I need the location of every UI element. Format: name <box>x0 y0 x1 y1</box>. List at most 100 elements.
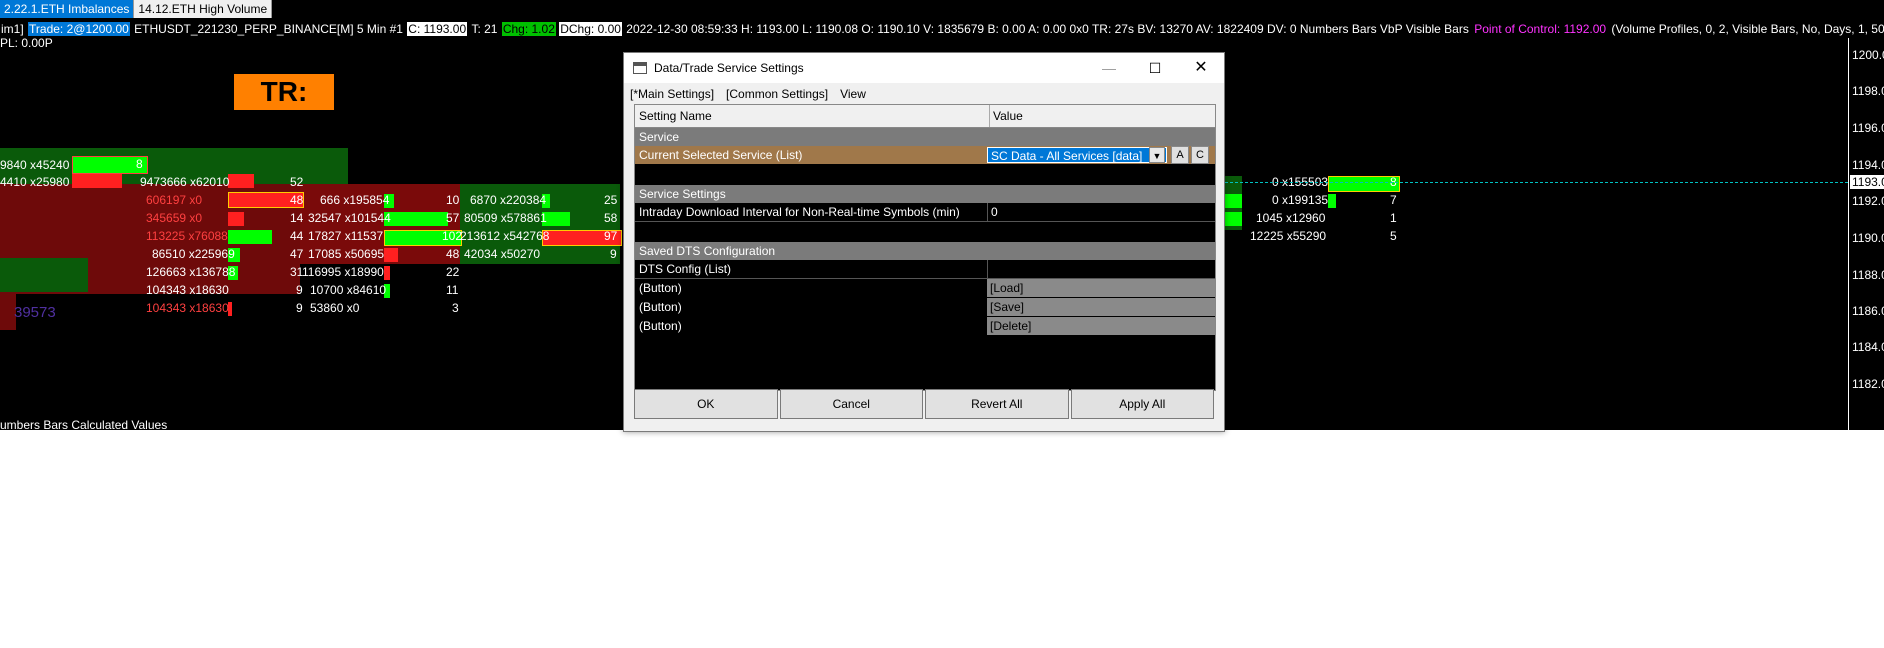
revert-all-button[interactable]: Revert All <box>925 389 1069 419</box>
delta-value: 8 <box>136 157 143 171</box>
daily-change-value: DChg: 0.00 <box>559 22 622 36</box>
volume-bar <box>384 248 398 262</box>
bid-ask-cell: 17827 x11537 <box>308 229 384 243</box>
delta-value: 7 <box>1390 193 1397 207</box>
price-tick: 1200.0 <box>1852 48 1884 62</box>
setting-label: Current Selected Service (List) <box>639 148 803 162</box>
bid-ask-cell: 86510 x225969 <box>152 247 235 261</box>
dialog-titlebar[interactable]: Data/Trade Service Settings — ☐ ✕ <box>624 53 1224 83</box>
bid-ask-cell: 17085 x50695 <box>308 247 385 261</box>
settings-grid-header: Setting Name Value <box>635 105 1215 128</box>
bid-ask-cell: 1045 x12960 <box>1256 211 1326 225</box>
volume-bar <box>72 174 122 188</box>
chart-id: im1] <box>1 22 24 36</box>
setting-label: DTS Config (List) <box>639 262 732 276</box>
chevron-down-icon[interactable]: ▼ <box>1149 147 1165 163</box>
bid-ask-cell: 116995 x18990 <box>302 265 384 279</box>
delta-value: 25 <box>604 193 618 207</box>
setting-row-current-service[interactable]: Current Selected Service (List) SC Data … <box>635 146 1215 164</box>
tab-eth-high-volume[interactable]: 14.12.ETH High Volume <box>134 0 273 18</box>
delta-value: 14 <box>290 211 304 225</box>
column-header-value[interactable]: Value <box>989 105 1023 127</box>
service-a-button[interactable]: A <box>1171 146 1189 164</box>
menu-main-settings[interactable]: [*Main Settings] <box>624 83 720 105</box>
volume-bar <box>1224 194 1242 208</box>
volume-bar <box>228 212 244 226</box>
setting-row-load[interactable]: (Button) [Load] <box>635 279 1215 297</box>
menu-view[interactable]: View <box>834 83 872 105</box>
delta-value: 22 <box>446 265 460 279</box>
bid-ask-cell: 9473666 x62010 <box>140 175 230 189</box>
setting-row-save[interactable]: (Button) [Save] <box>635 298 1215 316</box>
ok-button[interactable]: OK <box>634 389 778 419</box>
volume-label: 39573 <box>14 304 56 321</box>
bid-ask-cell: 9840 x45240 <box>0 158 70 172</box>
setting-label: (Button) <box>639 319 682 333</box>
window-icon <box>633 62 647 74</box>
price-tick: 1186.0 <box>1852 304 1884 318</box>
chart-tab-bar: 2.22.1.ETH Imbalances 14.12.ETH High Vol… <box>0 0 273 18</box>
volume-bar <box>1224 212 1242 226</box>
setting-row-dts-config[interactable]: DTS Config (List) <box>635 260 1215 279</box>
dts-config-field[interactable] <box>987 260 1215 278</box>
delta-value: 44 <box>290 229 304 243</box>
study-footer-label: umbers Bars Calculated Values <box>0 418 168 430</box>
price-tick: 1182.0 <box>1852 377 1884 391</box>
volume-bar <box>1328 194 1336 208</box>
setting-row-intraday-interval[interactable]: Intraday Download Interval for Non-Real-… <box>635 203 1215 222</box>
delta-value: 10 <box>446 193 460 207</box>
bid-ask-cell: 42034 x50270 <box>464 247 541 261</box>
dialog-button-bar: OK Cancel Revert All Apply All <box>634 389 1214 419</box>
current-price-tick: 1193.0 <box>1850 175 1884 189</box>
section-header-saved-dts: Saved DTS Configuration <box>635 242 1215 260</box>
apply-all-button[interactable]: Apply All <box>1070 389 1214 419</box>
delta-value: 9 <box>296 301 303 315</box>
price-tick: 1190.0 <box>1852 231 1884 245</box>
price-tick: 1196.0 <box>1852 121 1884 135</box>
dts-settings-dialog: Data/Trade Service Settings — ☐ ✕ [*Main… <box>623 52 1225 432</box>
minimize-icon[interactable]: — <box>1086 53 1132 83</box>
column-header-setting-name[interactable]: Setting Name <box>639 105 712 127</box>
delta-value: 1 <box>1390 211 1397 225</box>
cancel-button[interactable]: Cancel <box>779 389 923 419</box>
bid-ask-cell: 53860 x0 <box>310 301 360 315</box>
maximize-icon[interactable]: ☐ <box>1132 53 1178 83</box>
service-c-button[interactable]: C <box>1191 146 1209 164</box>
ticks-value: T: 21 <box>471 22 498 36</box>
bid-ask-cell: 80509 x578861 <box>464 211 547 225</box>
service-select[interactable]: SC Data - All Services [data] <box>987 147 1167 163</box>
delta-value: 5 <box>1390 229 1397 243</box>
delta-value: 48 <box>290 193 304 207</box>
price-tick: 1198.0 <box>1852 84 1884 98</box>
setting-label: (Button) <box>639 281 682 295</box>
section-label: Service Settings <box>639 187 726 201</box>
delta-value: 9 <box>610 247 617 261</box>
save-config-button[interactable]: [Save] <box>987 298 1215 316</box>
delta-value: 11 <box>446 283 459 297</box>
bid-ask-cell: 104343 x18630 <box>146 283 229 297</box>
menu-common-settings[interactable]: [Common Settings] <box>720 83 834 105</box>
delete-config-button[interactable]: [Delete] <box>987 317 1215 335</box>
point-of-control-line <box>1220 182 1848 183</box>
bid-ask-cell: 6870 x220384 <box>470 193 547 207</box>
setting-label: Intraday Download Interval for Non-Real-… <box>639 205 960 219</box>
volume-bar <box>228 230 272 244</box>
load-config-button[interactable]: [Load] <box>987 279 1215 297</box>
price-axis[interactable]: 1200.0 1198.0 1196.0 1194.0 1193.0 1192.… <box>1848 38 1884 430</box>
pl-label: PL: 0.00P <box>0 36 53 50</box>
close-value: C: 1193.00 <box>407 22 468 36</box>
delta-value: 48 <box>446 247 460 261</box>
bid-ask-cell: 213612 x542768 <box>460 229 550 243</box>
intraday-interval-field[interactable]: 0 <box>987 203 1215 221</box>
point-of-control: Point of Control: 1192.00 <box>1474 22 1607 36</box>
setting-row-delete[interactable]: (Button) [Delete] <box>635 317 1215 335</box>
section-label: Service <box>639 130 680 144</box>
close-icon[interactable]: ✕ <box>1178 53 1224 83</box>
tab-eth-imbalances[interactable]: 2.22.1.ETH Imbalances <box>0 0 135 18</box>
price-tick: 1188.0 <box>1852 268 1884 282</box>
settings-grid: Setting Name Value Service Current Selec… <box>634 104 1216 391</box>
volume-block <box>0 258 88 292</box>
delta-value: 9 <box>296 283 303 297</box>
setting-label: (Button) <box>639 300 682 314</box>
bid-ask-cell: 345659 x0 <box>146 211 203 225</box>
